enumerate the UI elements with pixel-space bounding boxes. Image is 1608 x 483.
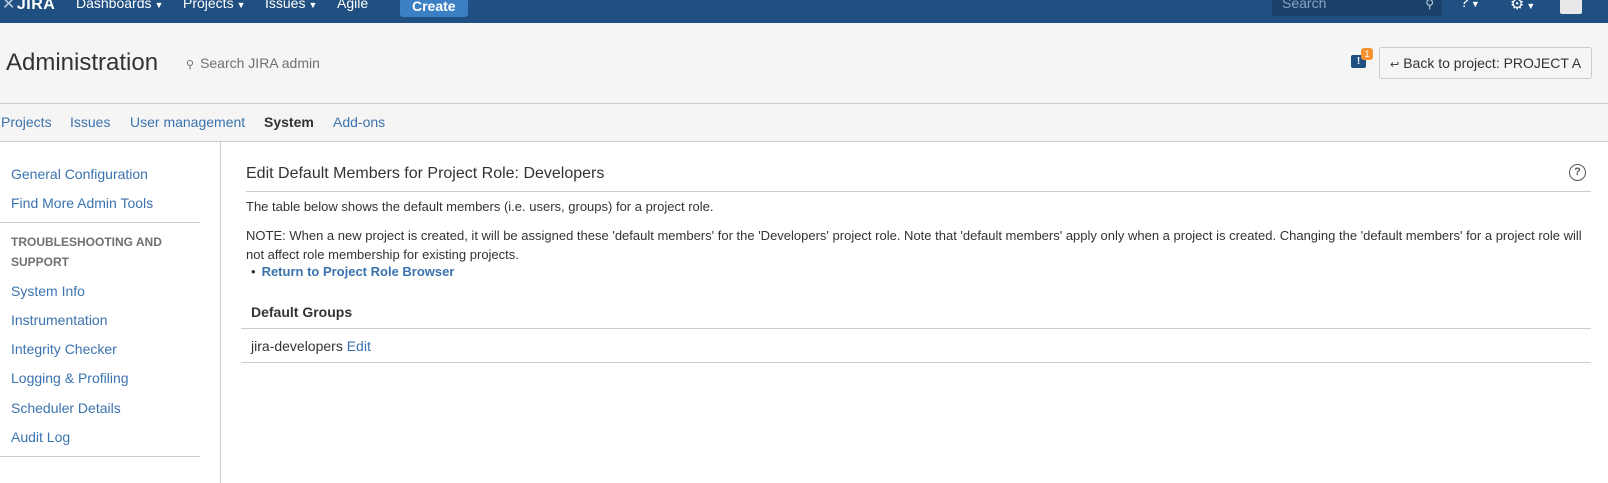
nav-projects-menu[interactable]: Projects ▼ [183,0,246,11]
nav-projects-label: Projects [183,0,234,11]
sidebar-item-scheduler-details[interactable]: Scheduler Details [11,400,121,416]
main-content: Edit Default Members for Project Role: D… [221,142,1608,483]
help-icon[interactable]: ? [1569,164,1586,181]
jira-logo-text: JIRA [16,0,56,13]
nav-dashboards-menu[interactable]: Dashboards ▼ [76,0,163,11]
notification-count-badge: 1 [1361,48,1373,60]
nav-agile-menu[interactable]: Agile [337,0,368,11]
sidebar-item-general-configuration[interactable]: General Configuration [11,166,148,182]
sidebar-item-system-info[interactable]: System Info [11,283,85,299]
tab-add-ons[interactable]: Add-ons [333,114,385,130]
help-menu-icon[interactable]: ? ▼ [1460,0,1480,12]
chevron-down-icon: ▼ [236,0,246,10]
role-description: The table below shows the default member… [246,199,714,214]
top-navigation-bar: ✕JIRA Dashboards ▼ Projects ▼ Issues ▼ Agil… [0,0,1608,23]
role-note: NOTE: When a new project is created, it … [246,228,1582,262]
sidebar-item-audit-log[interactable]: Audit Log [11,429,70,445]
create-button[interactable]: Create [400,0,468,17]
return-link-item: • Return to Project Role Browser [246,264,454,279]
avatar[interactable] [1560,0,1582,14]
edit-groups-link[interactable]: Edit [347,338,371,354]
jira-logo-mark: ✕ [2,0,16,13]
table-row: jira-developers Edit [241,329,1591,363]
sidebar-item-logging-profiling[interactable]: Logging & Profiling [11,370,129,386]
nav-issues-menu[interactable]: Issues ▼ [265,0,317,11]
default-groups-header: Default Groups [241,295,1591,329]
quick-search-input[interactable]: Search ⚲ [1272,0,1442,16]
sidebar-divider [0,456,200,457]
chevron-down-icon: ▼ [154,0,164,10]
admin-tabs: Projects Issues User management System A… [0,103,1608,142]
admin-sidebar: General Configuration Find More Admin To… [0,142,221,483]
jira-logo[interactable]: ✕JIRA [2,0,55,14]
nav-agile-label: Agile [337,0,369,11]
sidebar-item-find-more-admin-tools[interactable]: Find More Admin Tools [11,195,153,211]
tab-system[interactable]: System [264,114,314,130]
search-icon: ⚲ [1425,0,1434,11]
tab-user-management[interactable]: User management [130,114,245,130]
nav-dashboards-label: Dashboards [76,0,152,11]
chevron-down-icon: ▼ [308,0,318,10]
tab-issues[interactable]: Issues [70,114,110,130]
search-icon: ⚲ [186,59,195,71]
quick-search-placeholder: Search [1282,0,1327,11]
page-title: Administration [6,49,159,76]
back-to-project-label: Back to project: PROJECT A [1403,55,1582,71]
group-name: jira-developers [251,338,343,354]
tab-projects[interactable]: Projects [1,114,52,130]
admin-search-placeholder: Search JIRA admin [200,55,320,71]
role-heading: Edit Default Members for Project Role: D… [246,165,1591,192]
return-arrow-icon: ↩ [1390,59,1400,71]
return-to-project-role-browser-link[interactable]: Return to Project Role Browser [262,264,455,279]
admin-header: Administration ⚲ Search JIRA admin ! 1 ↩ B… [0,23,1608,103]
notifications-icon[interactable]: ! 1 [1351,48,1373,69]
nav-issues-label: Issues [265,0,306,11]
sidebar-divider [0,222,200,223]
sidebar-section-heading: TROUBLESHOOTING AND SUPPORT [11,235,162,269]
back-to-project-button[interactable]: ↩ Back to project: PROJECT A [1379,47,1593,79]
admin-search-input[interactable]: ⚲ Search JIRA admin [186,55,320,71]
sidebar-item-instrumentation[interactable]: Instrumentation [11,312,108,328]
bullet-icon: • [251,264,256,279]
sidebar-item-integrity-checker[interactable]: Integrity Checker [11,341,117,357]
gear-icon[interactable]: ⚙ ▼ [1510,0,1535,14]
